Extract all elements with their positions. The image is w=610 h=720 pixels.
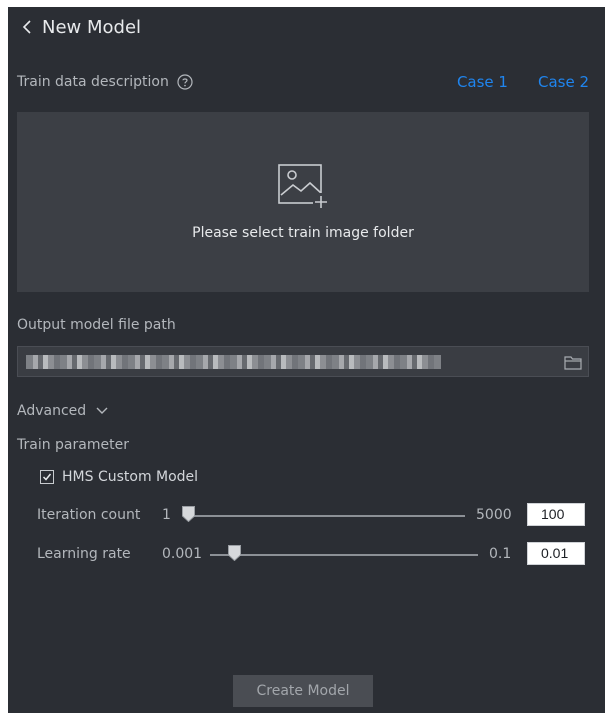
learning-rate-slider-track[interactable] bbox=[210, 554, 478, 556]
case-2-link[interactable]: Case 2 bbox=[538, 73, 589, 91]
output-path-label: Output model file path bbox=[17, 317, 176, 333]
question-circle-icon[interactable] bbox=[177, 74, 193, 90]
train-data-label: Train data description bbox=[17, 74, 169, 90]
header: New Model bbox=[16, 13, 141, 41]
train-data-row: Train data description Case 1 Case 2 bbox=[17, 71, 589, 93]
iteration-count-row: Iteration count 1 5000 100 bbox=[37, 503, 585, 529]
case-links: Case 1 Case 2 bbox=[457, 73, 589, 91]
learning-rate-slider-thumb[interactable] bbox=[228, 545, 241, 561]
new-model-panel: New Model Train data description Case 1 … bbox=[8, 7, 605, 713]
hms-custom-model-label: HMS Custom Model bbox=[62, 469, 199, 485]
iteration-slider-track[interactable] bbox=[185, 515, 465, 517]
learning-rate-max-label: 0.1 bbox=[489, 546, 512, 562]
chevron-down-icon bbox=[96, 407, 108, 414]
iteration-min-label: 1 bbox=[162, 507, 171, 523]
advanced-toggle[interactable]: Advanced bbox=[17, 403, 108, 419]
redacted-path-value bbox=[26, 354, 441, 369]
learning-rate-row: Learning rate 0.001 0.1 0.01 bbox=[37, 542, 585, 568]
iteration-count-label: Iteration count bbox=[37, 507, 141, 523]
dropzone-text: Please select train image folder bbox=[192, 225, 414, 241]
page-title: New Model bbox=[42, 16, 142, 38]
advanced-label: Advanced bbox=[17, 403, 87, 419]
iteration-max-label: 5000 bbox=[476, 507, 512, 523]
hms-custom-model-checkbox[interactable] bbox=[40, 470, 54, 484]
output-path-field[interactable] bbox=[17, 346, 589, 377]
add-image-icon bbox=[278, 164, 329, 209]
learning-rate-label: Learning rate bbox=[37, 546, 131, 562]
train-parameter-label: Train parameter bbox=[17, 437, 129, 453]
image-folder-dropzone[interactable]: Please select train image folder bbox=[17, 112, 589, 292]
learning-rate-value-input[interactable]: 0.01 bbox=[527, 542, 585, 565]
create-model-button[interactable]: Create Model bbox=[233, 675, 373, 707]
iteration-value-input[interactable]: 100 bbox=[527, 503, 585, 526]
case-1-link[interactable]: Case 1 bbox=[457, 73, 508, 91]
folder-icon[interactable] bbox=[564, 354, 582, 370]
iteration-slider-thumb[interactable] bbox=[182, 506, 195, 522]
hms-custom-model-checkbox-row[interactable]: HMS Custom Model bbox=[40, 469, 198, 485]
learning-rate-min-label: 0.001 bbox=[162, 546, 203, 562]
chevron-left-icon[interactable] bbox=[16, 16, 38, 38]
